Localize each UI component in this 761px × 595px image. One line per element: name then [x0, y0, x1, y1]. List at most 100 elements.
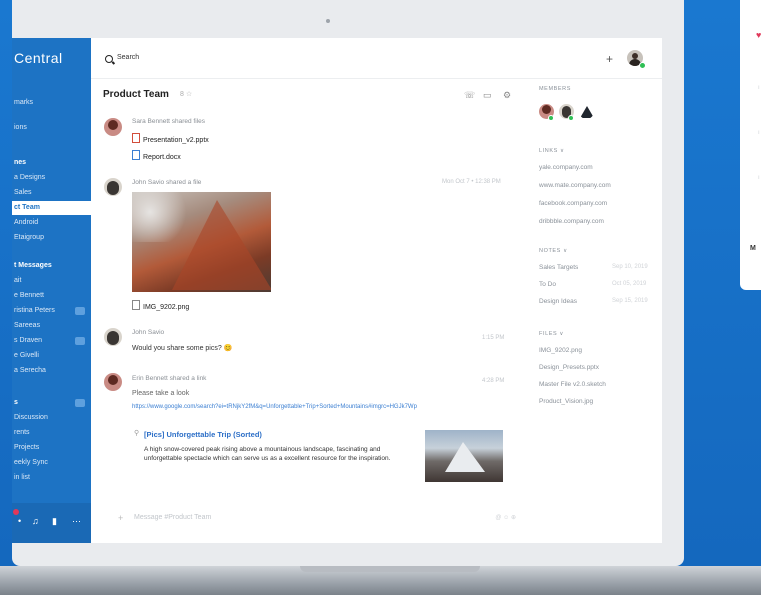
message-time: Mon Oct 7 • 12:38 PM [442, 179, 501, 185]
sidebar-item[interactable]: ct Team [12, 201, 91, 215]
file-name: Presentation_v2.pptx [143, 137, 209, 144]
file-name: Report.docx [143, 154, 181, 161]
channel-meta[interactable]: 8 ☆ [180, 90, 192, 98]
message-header: Sara Bennett shared files [132, 118, 205, 125]
sidebar-item[interactable]: a Designs [12, 171, 91, 185]
online-status-icon [639, 62, 646, 69]
sidebar-item[interactable]: Discussion [12, 411, 91, 425]
sidebar-footer: • ♫ ▮ ⋯ [12, 503, 91, 543]
message-text: Please take a look [132, 390, 190, 397]
sidebar-item[interactable]: nes [12, 156, 91, 170]
preview-image[interactable] [425, 430, 503, 482]
video-icon[interactable]: ▮ [52, 517, 60, 526]
shared-photo[interactable] [132, 192, 271, 292]
note-item[interactable]: Sales Targets [539, 264, 578, 271]
channel-title: Product Team [103, 89, 169, 100]
note-item[interactable]: To Do [539, 281, 556, 288]
sidebar-item[interactable]: e Givelli [12, 349, 91, 363]
sidebar-item[interactable]: ait [12, 274, 91, 288]
right-card: ♥ ı ı ı M [740, 0, 761, 290]
doc-file-icon [132, 150, 140, 160]
video-call-icon[interactable]: ▭ [483, 90, 492, 101]
preview-title[interactable]: [Pics] Unforgettable Trip (Sorted) [144, 430, 262, 439]
avatar[interactable] [104, 373, 122, 391]
file-item[interactable]: Product_Vision.jpg [539, 398, 593, 405]
note-date: Sep 15, 2019 [612, 298, 648, 304]
unread-badge [75, 307, 85, 315]
message-header: John Savio shared a file [132, 179, 202, 186]
add-button[interactable]: + [606, 52, 613, 66]
notification-badge [13, 509, 19, 515]
file-attachment[interactable]: Report.docx [132, 150, 181, 161]
online-status-icon [568, 115, 574, 121]
app-screen: Central marks ions nes a Designs Sales ct Tea… [12, 38, 662, 543]
sidebar: Central marks ions nes a Designs Sales ct Tea… [12, 38, 91, 543]
camera-icon [326, 19, 330, 23]
message-input[interactable]: Message #Product Team [134, 514, 211, 521]
unread-badge [75, 337, 85, 345]
laptop-base [0, 566, 761, 595]
settings-icon[interactable]: ⚙ [503, 90, 511, 101]
sidebar-item[interactable]: Sareeas [12, 319, 91, 333]
member-avatar[interactable] [579, 104, 594, 119]
file-item[interactable]: Master File v2.0.sketch [539, 381, 606, 388]
file-item[interactable]: IMG_9202.png [539, 347, 582, 354]
message-header: John Savio [132, 329, 165, 336]
attach-button[interactable]: + [118, 513, 123, 523]
members-title: MEMBERS [539, 86, 572, 92]
message-header: Erin Bennett shared a link [132, 375, 207, 382]
sidebar-item[interactable]: eekly Sync [12, 456, 91, 470]
file-item[interactable]: Design_Presets.pptx [539, 364, 599, 371]
avatar[interactable] [104, 328, 122, 346]
file-attachment[interactable]: Presentation_v2.pptx [132, 133, 209, 144]
sidebar-item[interactable]: Android [12, 216, 91, 230]
card-label: M [750, 245, 756, 252]
top-bar: Search + [91, 38, 662, 79]
link-icon: ⚲ [134, 430, 140, 437]
search-icon[interactable] [105, 55, 113, 63]
more-icon[interactable]: ⋯ [72, 517, 81, 526]
link-item[interactable]: yale.company.com [539, 164, 593, 171]
link-item[interactable]: facebook.company.com [539, 200, 607, 207]
message-text: Would you share some pics? 😊 [132, 345, 233, 352]
composer-tools[interactable]: @ ☺ ⊕ [495, 514, 516, 521]
sidebar-item[interactable]: t Messages [12, 259, 91, 273]
laptop-notch [300, 566, 480, 572]
sidebar-item[interactable]: ions [12, 121, 91, 135]
sidebar-item[interactable]: a Serecha [12, 364, 91, 378]
avatar[interactable] [104, 118, 122, 136]
sidebar-item[interactable]: ristina Peters [12, 304, 91, 318]
sidebar-item[interactable]: Etaigroup [12, 231, 91, 245]
headphones-icon[interactable]: ♫ [32, 517, 40, 526]
call-icon[interactable]: ☏ [464, 90, 475, 101]
link-item[interactable]: www.mate.company.com [539, 182, 611, 189]
ppt-file-icon [132, 133, 140, 143]
note-item[interactable]: Design Ideas [539, 298, 577, 305]
preview-description: A high snow-covered peak rising above a … [144, 446, 391, 462]
sidebar-item[interactable]: e Bennett [12, 289, 91, 303]
message-composer[interactable]: + Message #Product Team @ ☺ ⊕ [104, 508, 516, 526]
sidebar-item[interactable]: s Draven [12, 334, 91, 348]
sidebar-item[interactable]: s [12, 396, 91, 410]
links-title[interactable]: LINKS ∨ [539, 148, 565, 154]
heart-icon: ♥ [756, 30, 761, 40]
sidebar-item[interactable]: Projects [12, 441, 91, 455]
file-name: IMG_9202.png [143, 304, 190, 311]
file-attachment[interactable]: IMG_9202.png [132, 300, 189, 311]
sidebar-item[interactable]: rents [12, 426, 91, 440]
online-status-icon [548, 115, 554, 121]
message-time: 4:28 PM [482, 378, 505, 384]
dot-icon[interactable]: • [18, 517, 26, 526]
avatar[interactable] [104, 178, 122, 196]
shared-link[interactable]: https://www.google.com/search?ei=tRNjkY2… [132, 404, 417, 410]
sidebar-item[interactable]: Sales [12, 186, 91, 200]
sidebar-item[interactable]: in list [12, 471, 91, 485]
sidebar-item[interactable]: marks [12, 96, 91, 110]
search-input[interactable]: Search [117, 54, 139, 61]
note-date: Oct 05, 2019 [612, 281, 647, 287]
link-item[interactable]: dribbble.company.com [539, 218, 604, 225]
workspace-title[interactable]: Central [14, 50, 63, 66]
message-time: 1:15 PM [482, 335, 505, 341]
files-title[interactable]: FILES ∨ [539, 331, 564, 337]
notes-title[interactable]: NOTES ∨ [539, 248, 568, 254]
